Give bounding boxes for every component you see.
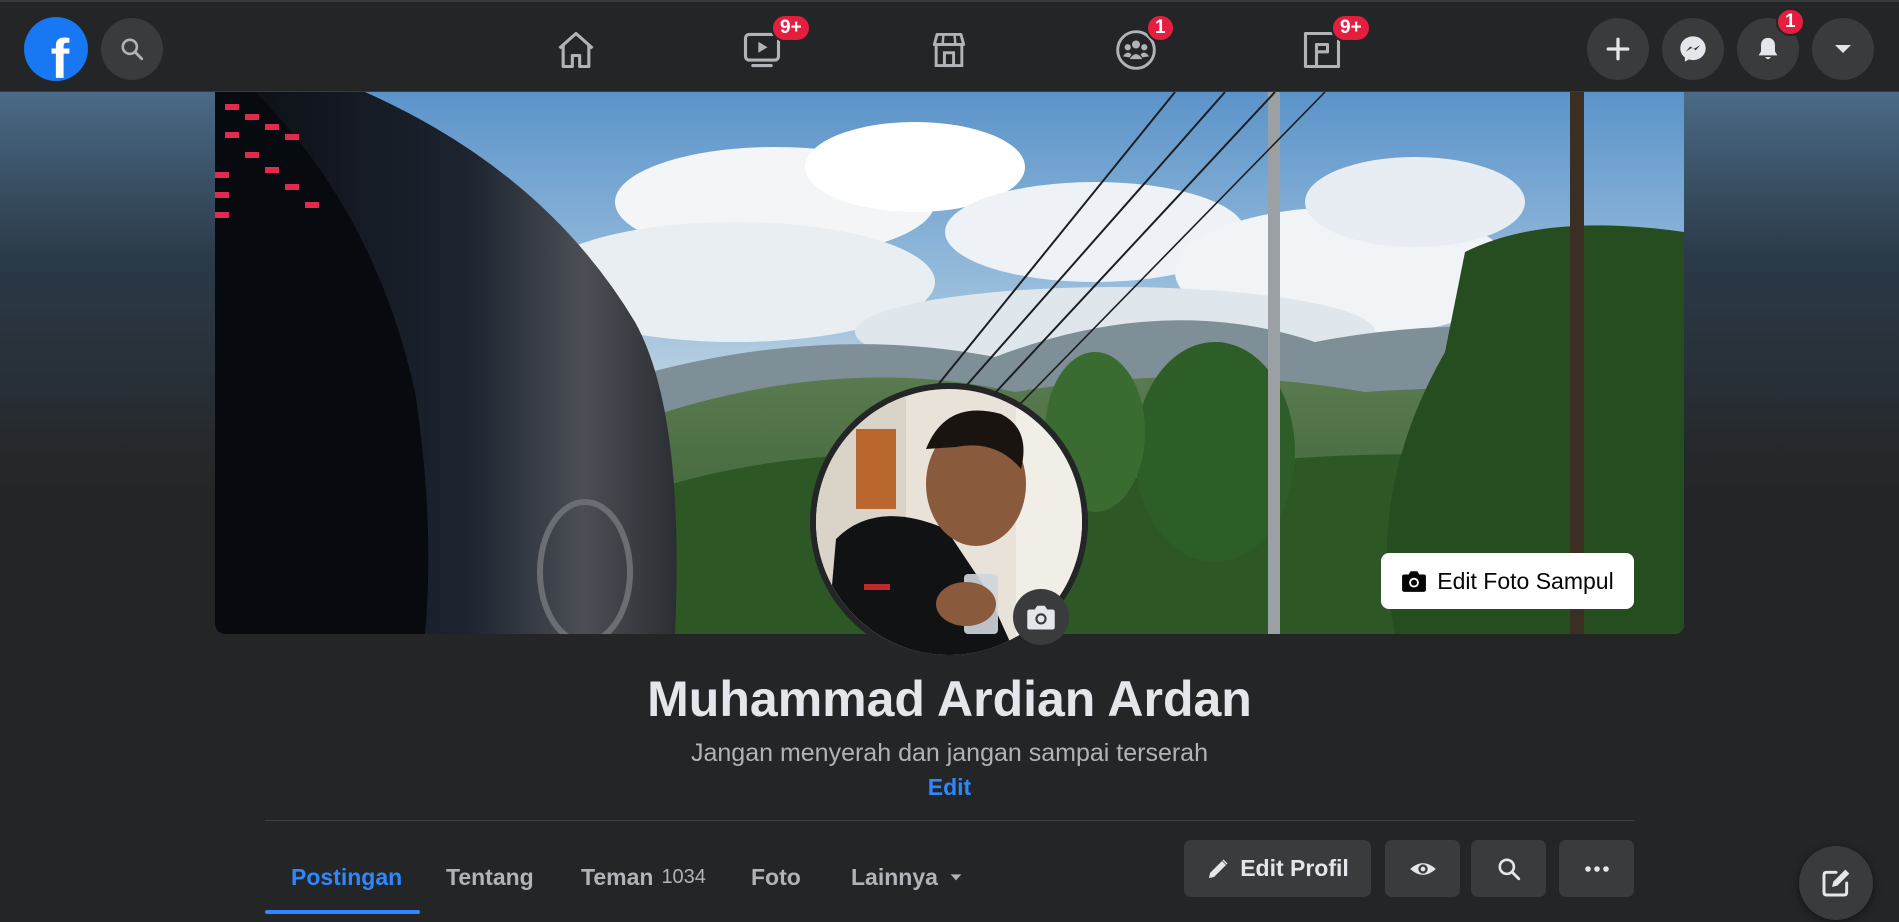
edit-profile-label: Edit Profil [1240, 855, 1349, 881]
header-divider [265, 820, 1635, 821]
tab-more-label: Lainnya [851, 863, 938, 890]
gaming-badge: 9+ [1331, 14, 1371, 42]
caret-down-icon [1835, 45, 1851, 53]
edit-bio-label[interactable]: Edit [928, 774, 971, 800]
tab-friends[interactable]: Teman 1034 [555, 838, 732, 916]
edit-cover-photo-label: Edit Foto Sampul [1437, 567, 1614, 594]
bell-icon [1758, 37, 1778, 60]
tab-about-label: Tentang [446, 863, 534, 890]
messenger-icon [1680, 36, 1706, 62]
home-icon [558, 31, 594, 69]
account-menu-button[interactable] [1812, 18, 1874, 80]
search-icon [1497, 857, 1520, 880]
pencil-icon [1209, 859, 1228, 878]
tab-posts-label: Postingan [291, 863, 403, 890]
camera-icon [1402, 571, 1427, 592]
camera-icon [1027, 605, 1055, 630]
tab-friends-label: Teman [581, 863, 654, 890]
nav-home[interactable] [546, 20, 606, 80]
more-options-button[interactable] [1559, 840, 1634, 897]
more-dots-icon [1584, 865, 1609, 872]
tab-about[interactable]: Tentang [420, 838, 560, 916]
notifications-badge: 1 [1776, 8, 1805, 36]
watch-badge: 9+ [771, 14, 811, 42]
update-profile-picture-button[interactable] [1013, 589, 1069, 645]
new-message-button[interactable] [1799, 846, 1873, 920]
eye-icon [1409, 862, 1436, 875]
edit-profile-button[interactable]: Edit Profil [1184, 840, 1371, 897]
groups-badge: 1 [1146, 14, 1175, 42]
compose-icon [1822, 869, 1850, 897]
profile-bio: Jangan menyerah dan jangan sampai terser… [690, 739, 1208, 767]
search-profile-button[interactable] [1471, 840, 1546, 897]
search-icon [121, 38, 144, 61]
create-button[interactable] [1587, 18, 1649, 80]
plus-icon [1606, 37, 1630, 61]
top-navigation-bar: f 9+ 1 9+ 1 [0, 0, 1899, 92]
marketplace-icon [932, 32, 966, 68]
view-as-button[interactable] [1385, 840, 1460, 897]
tab-posts[interactable]: Postingan [265, 838, 428, 916]
profile-name: Muhammad Ardian Ardan [647, 671, 1252, 727]
search-button[interactable] [101, 18, 163, 80]
friends-count: 1034 [661, 865, 706, 888]
edit-bio-link[interactable]: Edit [0, 774, 1899, 801]
caret-down-icon [950, 874, 962, 881]
tab-photos[interactable]: Foto [725, 838, 827, 916]
tab-photos-label: Foto [751, 863, 801, 890]
active-tab-indicator [265, 910, 420, 914]
edit-cover-photo-button[interactable]: Edit Foto Sampul [1381, 553, 1634, 609]
messenger-button[interactable] [1662, 18, 1724, 80]
nav-marketplace[interactable] [919, 20, 979, 80]
facebook-logo[interactable]: f [24, 17, 88, 81]
tab-more[interactable]: Lainnya [825, 838, 990, 916]
